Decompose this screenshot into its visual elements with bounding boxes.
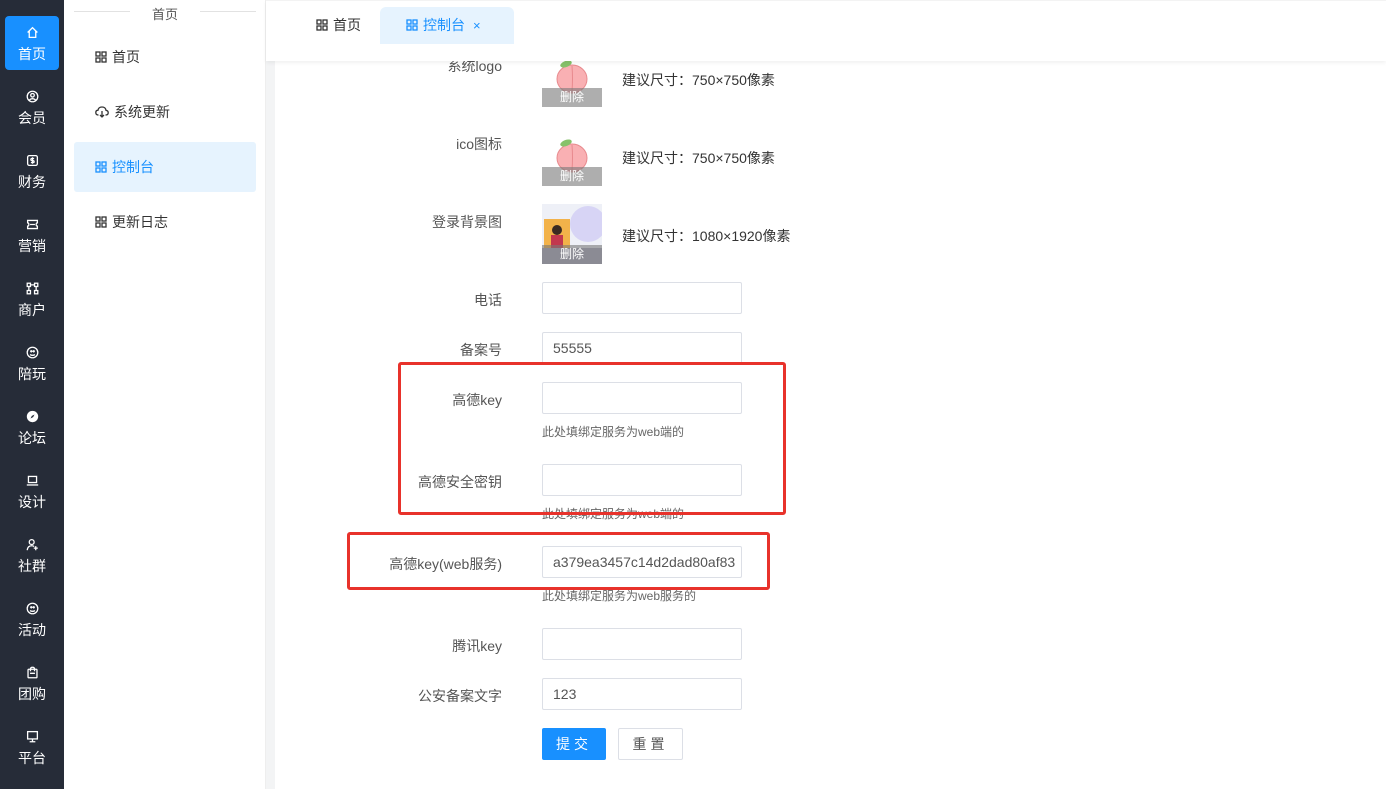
amap-key-input[interactable] [542, 382, 742, 414]
tab-label: 首页 [333, 17, 361, 33]
monitor-icon [5, 730, 59, 748]
login-bg-thumbnail: 删除 [542, 204, 602, 264]
submenu-item-label: 系统更新 [114, 104, 170, 120]
phone-label: 电话 [474, 292, 502, 308]
secondary-menu: 首页 首页 系统更新 控制台 更新日志 [64, 0, 266, 789]
rail-item-label: 论坛 [18, 430, 46, 446]
rail-item-forum[interactable]: 论坛 [5, 400, 59, 454]
main-nav-rail: 首页 会员 财务 营销 商户 陪玩 论坛 设计 社群 活动 团购 平台 [0, 0, 64, 789]
icp-input[interactable]: 55555 [542, 332, 742, 364]
tab-label: 控制台 [423, 17, 465, 33]
tencent-key-label: 腾讯key [452, 638, 502, 654]
police-record-label: 公安备案文字 [418, 688, 502, 704]
submit-button[interactable]: 提交 [542, 728, 606, 760]
submenu-item-system-update[interactable]: 系统更新 [74, 87, 256, 137]
submenu-item-label: 控制台 [112, 159, 154, 175]
content-gutter [266, 0, 275, 789]
grid-icon [95, 216, 107, 228]
police-record-input[interactable]: 123 [542, 678, 742, 710]
grid-icon [95, 51, 107, 63]
home-icon [5, 26, 59, 44]
rail-item-design[interactable]: 设计 [5, 464, 59, 518]
rail-item-label: 首页 [18, 46, 46, 62]
rail-item-groupbuy[interactable]: 团购 [5, 656, 59, 710]
nodes-icon [5, 282, 59, 300]
delete-logo-button[interactable]: 删除 [542, 88, 602, 107]
close-icon[interactable]: × [473, 7, 481, 44]
rail-item-label: 社群 [18, 558, 46, 574]
rail-item-label: 会员 [18, 110, 46, 126]
compass-icon [5, 410, 59, 428]
rail-item-home[interactable]: 首页 [5, 16, 59, 70]
play-circle-icon [5, 346, 59, 364]
tab-home[interactable]: 首页 [316, 7, 361, 44]
amap-web-hint: 此处填绑定服务为web服务的 [542, 589, 697, 603]
submenu-item-label: 更新日志 [112, 214, 168, 230]
grid-icon [95, 161, 107, 173]
rail-item-merchants[interactable]: 商户 [5, 272, 59, 326]
rail-item-label: 活动 [18, 622, 46, 638]
grid-icon [406, 19, 418, 31]
cloud-download-icon [95, 106, 109, 118]
amap-secret-hint: 此处填绑定服务为web端的 [542, 507, 685, 521]
rail-item-companion[interactable]: 陪玩 [5, 336, 59, 390]
submenu-item-home[interactable]: 首页 [74, 32, 256, 82]
phone-input[interactable] [542, 282, 742, 314]
delete-login-bg-button[interactable]: 删除 [542, 245, 602, 264]
amap-web-label: 高德key(web服务) [389, 556, 502, 572]
rail-item-label: 营销 [18, 238, 46, 254]
login-bg-size-hint: 建议尺寸：1080×1920像素 [622, 228, 791, 244]
activity-icon [5, 602, 59, 620]
ico-label: ico图标 [456, 136, 502, 152]
submenu-title: 首页 [74, 0, 256, 22]
rail-item-members[interactable]: 会员 [5, 80, 59, 134]
delete-ico-button[interactable]: 删除 [542, 167, 602, 186]
amap-secret-input[interactable] [542, 464, 742, 496]
rail-item-label: 财务 [18, 174, 46, 190]
ico-size-hint: 建议尺寸：750×750像素 [622, 150, 775, 166]
ticket-icon [5, 218, 59, 236]
tencent-key-input[interactable] [542, 628, 742, 660]
rail-item-label: 团购 [18, 686, 46, 702]
rail-item-label: 商户 [18, 302, 46, 318]
grid-icon [316, 19, 328, 31]
user-circle-icon [5, 90, 59, 108]
amap-web-input[interactable]: a379ea3457c14d2dad80af83 [542, 546, 742, 578]
rail-item-label: 陪玩 [18, 366, 46, 382]
submenu-item-label: 首页 [112, 49, 140, 65]
rail-item-marketing[interactable]: 营销 [5, 208, 59, 262]
rail-item-label: 平台 [18, 750, 46, 766]
submenu-item-changelog[interactable]: 更新日志 [74, 197, 256, 247]
amap-key-hint: 此处填绑定服务为web端的 [542, 425, 685, 439]
logo-size-hint: 建议尺寸：750×750像素 [622, 72, 775, 88]
login-bg-label: 登录背景图 [432, 214, 502, 230]
rail-item-finance[interactable]: 财务 [5, 144, 59, 198]
icp-label: 备案号 [460, 342, 502, 358]
tab-dashboard[interactable]: 控制台 × [380, 7, 514, 44]
rail-item-community[interactable]: 社群 [5, 528, 59, 582]
rail-item-platform[interactable]: 平台 [5, 720, 59, 774]
laptop-icon [5, 474, 59, 492]
ico-thumbnail: 删除 [542, 126, 602, 186]
bag-icon [5, 666, 59, 684]
tab-bar: 首页 控制台 × [266, 0, 1386, 61]
amap-secret-label: 高德安全密钥 [418, 474, 502, 490]
user-add-icon [5, 538, 59, 556]
reset-button[interactable]: 重置 [618, 728, 683, 760]
money-icon [5, 154, 59, 172]
rail-item-label: 设计 [18, 494, 46, 510]
rail-item-activity[interactable]: 活动 [5, 592, 59, 646]
submenu-item-dashboard[interactable]: 控制台 [74, 142, 256, 192]
app: 首页 会员 财务 营销 商户 陪玩 论坛 设计 社群 活动 团购 平台 首页 首… [0, 0, 1386, 789]
amap-key-label: 高德key [452, 392, 502, 408]
